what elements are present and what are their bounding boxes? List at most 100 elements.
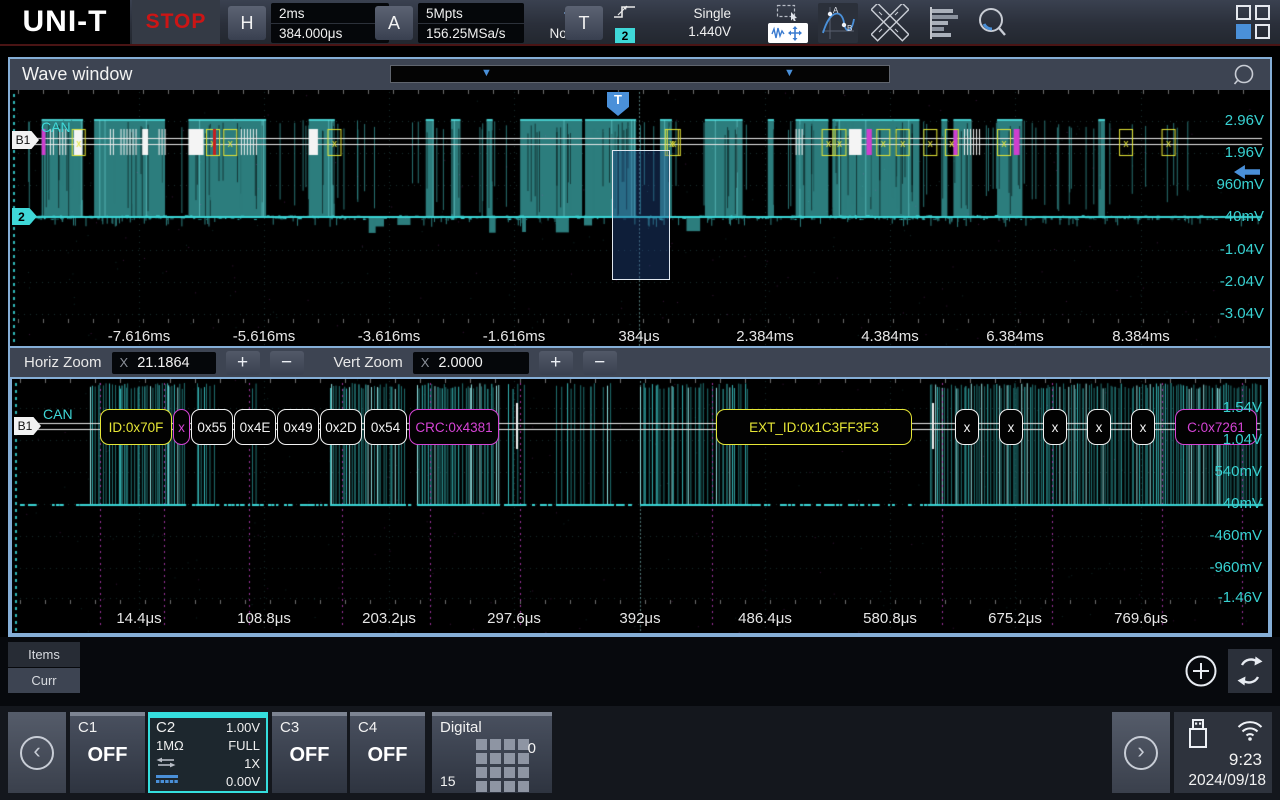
- refresh-button[interactable]: [1228, 649, 1272, 693]
- vert-zoom-minus-button[interactable]: −: [583, 351, 617, 375]
- status-date: 2024/09/18: [1188, 772, 1266, 790]
- split-marker-right-icon[interactable]: ▼: [784, 67, 795, 79]
- digital-name: Digital: [432, 716, 552, 736]
- zoom-selection-rect[interactable]: [612, 150, 670, 280]
- vert-zoom-plus-button[interactable]: +: [539, 351, 573, 375]
- channel-bar: ‹ C1 OFF C21.00V 1MΩFULL 1X 0.00V: [0, 706, 1280, 800]
- decode-field: x: [1043, 409, 1067, 445]
- decode-field: x: [1087, 409, 1111, 445]
- decode-field: 0x4E: [234, 409, 276, 445]
- histogram-icon[interactable]: [922, 3, 962, 43]
- cursor-ab-icon[interactable]: A B: [818, 3, 858, 43]
- voltage-label: -1.46V: [1218, 589, 1262, 606]
- brand-logo: UNI-T: [0, 0, 130, 44]
- voltage-label: -40mV: [1220, 208, 1264, 225]
- chevron-left-icon: ‹: [20, 736, 54, 770]
- wifi-icon: [1236, 720, 1264, 746]
- voltage-label: 40mV: [1223, 495, 1262, 512]
- horiz-zoom-plus-button[interactable]: +: [226, 351, 260, 375]
- voltage-label: 540mV: [1214, 463, 1262, 480]
- digital-value-bottom: 15: [440, 773, 456, 789]
- acquire-group[interactable]: A 5Mpts 156.25MSa/s Normal: [375, 3, 593, 43]
- decode-field: x: [955, 409, 979, 445]
- oscilloscope-screen: UNI-T STOP H 2ms 384.000μs A 5Mpts 156.2…: [0, 0, 1280, 800]
- bus-protocol-label-zoom: CAN: [43, 406, 73, 422]
- time-label: 384μs: [594, 328, 684, 345]
- svg-text:A: A: [833, 6, 839, 15]
- voltage-label: 1.54V: [1223, 399, 1262, 416]
- channel1-card[interactable]: C1 OFF: [70, 712, 145, 793]
- channel2-offset: 0.00V: [226, 774, 260, 789]
- svg-text:B: B: [847, 24, 852, 33]
- voltage-label: -1.04V: [1220, 241, 1264, 258]
- time-label: 4.384ms: [845, 328, 935, 345]
- trigger-level-value: 1.440V: [688, 24, 731, 40]
- measure-icon[interactable]: [870, 3, 910, 43]
- voltage-label: 1.04V: [1223, 431, 1262, 448]
- timebase-value: 2ms: [271, 4, 389, 23]
- wave-drag-tool-icon[interactable]: [768, 23, 808, 43]
- nav-right-button[interactable]: ›: [1112, 712, 1170, 793]
- selection-tool-icon[interactable]: [768, 3, 808, 22]
- window-split-strip[interactable]: ▼ ▼: [390, 65, 890, 83]
- time-label: 580.8μs: [845, 610, 935, 627]
- decode-field: EXT_ID:0x1C3FF3F3: [716, 409, 912, 445]
- chevron-right-icon: ›: [1124, 736, 1158, 770]
- horizontal-values[interactable]: 2ms 384.000μs: [271, 3, 389, 43]
- status-time: 9:23: [1229, 750, 1262, 770]
- trigger-source-badge[interactable]: 2: [615, 28, 635, 43]
- digital-card[interactable]: Digital 0 15: [432, 712, 552, 793]
- top-toolbar: UNI-T STOP H 2ms 384.000μs A 5Mpts 156.2…: [0, 0, 1280, 46]
- window-layout-icon[interactable]: [1236, 5, 1272, 41]
- acquire-key[interactable]: A: [375, 6, 413, 40]
- channel2-scale: 1.00V: [226, 720, 260, 735]
- digital-channel-grid: [476, 739, 529, 792]
- run-stop-button[interactable]: STOP: [132, 0, 220, 44]
- vert-zoom-input[interactable]: X 2.0000: [413, 352, 529, 374]
- status-card[interactable]: 9:23 2024/09/18: [1174, 712, 1272, 793]
- time-label: -1.616ms: [469, 328, 559, 345]
- nav-left-button[interactable]: ‹: [8, 712, 66, 793]
- horiz-zoom-input[interactable]: X 21.1864: [112, 352, 216, 374]
- bus-protocol-label: CAN: [41, 119, 71, 135]
- coupling-icon: [156, 756, 176, 771]
- time-label: 486.4μs: [720, 610, 810, 627]
- horiz-zoom-minus-button[interactable]: −: [270, 351, 304, 375]
- trigger-key[interactable]: T: [565, 6, 603, 40]
- time-label: 203.2μs: [344, 610, 434, 627]
- channel3-card[interactable]: C3 OFF: [272, 712, 347, 793]
- decode-field: x: [999, 409, 1023, 445]
- add-result-button[interactable]: [1184, 654, 1218, 688]
- tab-curr[interactable]: Curr: [8, 668, 80, 693]
- usb-icon: [1186, 718, 1210, 755]
- time-label: -3.616ms: [344, 328, 434, 345]
- trigger-slope-icon: [612, 3, 638, 25]
- horizontal-group[interactable]: H 2ms 384.000μs: [228, 3, 389, 43]
- decode-field: x: [173, 409, 190, 445]
- voltage-label: -2.04V: [1220, 273, 1264, 290]
- sample-rate-value: 156.25MSa/s: [418, 24, 524, 43]
- tab-items[interactable]: Items: [8, 642, 80, 667]
- horizontal-position-value: 384.000μs: [271, 24, 389, 43]
- vert-zoom-value: 2.0000: [438, 355, 482, 371]
- split-marker-left-icon[interactable]: ▼: [481, 67, 492, 79]
- trigger-group[interactable]: T 2 Single 1.440V: [565, 3, 731, 43]
- horizontal-key[interactable]: H: [228, 6, 266, 40]
- decode-field: 0x55: [191, 409, 233, 445]
- decode-field: ID:0x70F: [100, 409, 172, 445]
- time-label: 8.384ms: [1096, 328, 1186, 345]
- horiz-zoom-label: Horiz Zoom: [24, 354, 102, 371]
- time-label: 769.6μs: [1096, 610, 1186, 627]
- acquire-values[interactable]: 5Mpts 156.25MSa/s: [418, 3, 524, 43]
- channel2-card[interactable]: C21.00V 1MΩFULL 1X 0.00V: [148, 712, 268, 793]
- channel2-bandwidth: FULL: [228, 738, 260, 753]
- search-icon[interactable]: [973, 3, 1013, 43]
- main-waveform-area[interactable]: B1 CAN 2 T 2.96V1.96V960mV-40mV-1.04V-2.…: [10, 90, 1270, 346]
- channel1-state: OFF: [70, 744, 145, 767]
- time-label: 2.384ms: [720, 328, 810, 345]
- trigger-sweep-mode: Single: [693, 6, 731, 22]
- zoom-out-icon[interactable]: [1232, 63, 1258, 92]
- horiz-zoom-value: 21.1864: [137, 355, 189, 371]
- zoom-waveform-area[interactable]: B1 CAN ID:0x70Fx0x550x4E0x490x2D0x54CRC:…: [10, 377, 1270, 635]
- channel4-card[interactable]: C4 OFF: [350, 712, 425, 793]
